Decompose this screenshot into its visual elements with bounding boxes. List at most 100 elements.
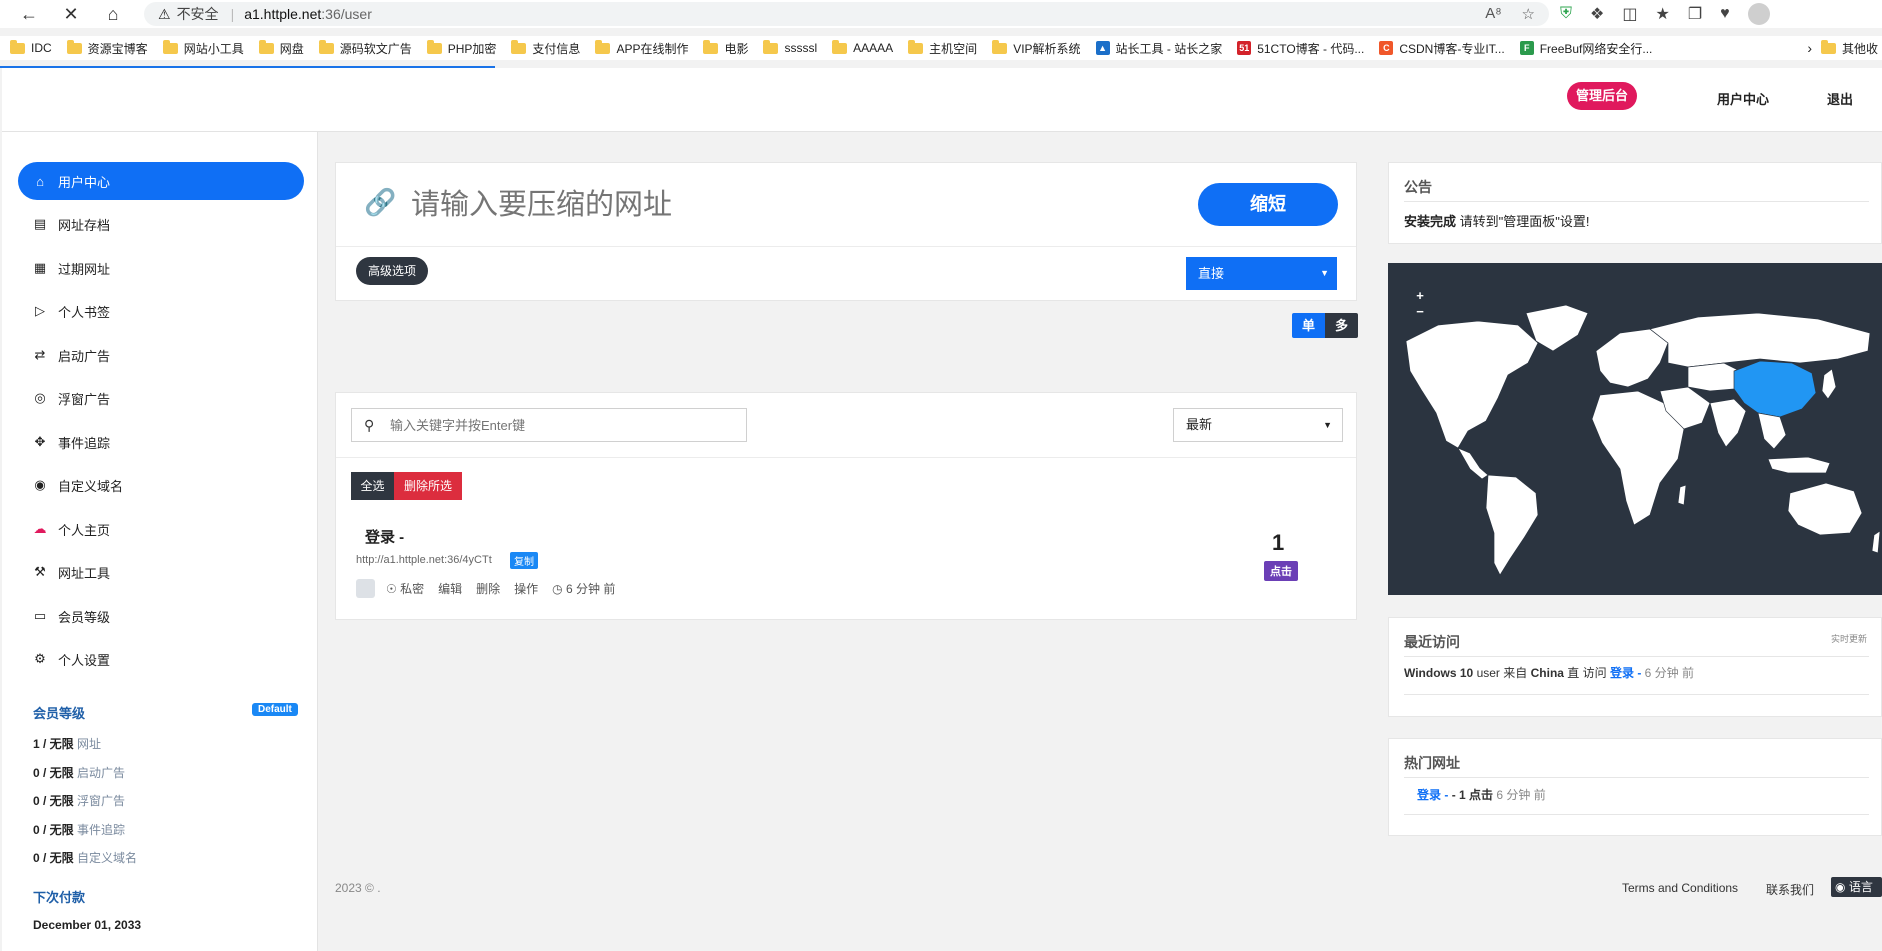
- chevron-right-icon[interactable]: ›: [1807, 36, 1812, 60]
- copy-button[interactable]: 复制: [510, 552, 538, 569]
- home-icon[interactable]: ⌂: [98, 0, 128, 28]
- shorten-button[interactable]: 缩短: [1198, 183, 1338, 226]
- delete-selected-button[interactable]: 删除所选: [394, 472, 462, 500]
- bookmark-label: 主机空间: [929, 41, 978, 56]
- hot-link[interactable]: 登录 -: [1417, 788, 1448, 802]
- actions-button[interactable]: 操作: [514, 580, 538, 597]
- map-region-south-america: [1485, 474, 1539, 576]
- globe-icon: ◉: [34, 477, 46, 492]
- visit-from: user 来自: [1476, 666, 1528, 680]
- clock-icon: ◷: [552, 581, 563, 596]
- sidebar-item-custom-domain[interactable]: ◉ 自定义域名: [18, 466, 304, 504]
- hot-links-title: 热门网址: [1404, 755, 1460, 771]
- mode-multi-button[interactable]: 多: [1325, 313, 1358, 338]
- next-payment-date: December 01, 2033: [33, 918, 142, 932]
- sidebar-item-user-center[interactable]: ⌂ 用户中心: [18, 162, 304, 200]
- address-bar[interactable]: ⚠ 不安全 | a1.httple.net:36/user A⁸ ☆: [144, 2, 1549, 26]
- quota-value: 1 / 无限: [33, 737, 74, 751]
- sidebar-item-settings[interactable]: ⚙ 个人设置: [18, 640, 304, 678]
- bookmark-item[interactable]: IDC: [10, 39, 52, 55]
- read-aloud-icon[interactable]: A⁸: [1485, 5, 1501, 23]
- bookmark-item[interactable]: 电影: [703, 39, 749, 57]
- search-input[interactable]: [390, 415, 730, 435]
- sidebar-item-event-tracking[interactable]: ✥ 事件追踪: [18, 423, 304, 461]
- bookmark-label: 电影: [724, 41, 749, 56]
- logout-link[interactable]: 退出: [1827, 89, 1853, 108]
- sidebar-item-splash-ads[interactable]: ⇄ 启动广告: [18, 336, 304, 374]
- world-map[interactable]: + −: [1388, 263, 1882, 595]
- folder-icon: [992, 39, 1008, 54]
- bookmark-item[interactable]: 源码软文广告: [318, 39, 412, 57]
- zoom-in-button[interactable]: +: [1412, 289, 1428, 303]
- short-url[interactable]: http://a1.httple.net:36/4yCTt: [356, 554, 492, 566]
- bookmark-item[interactable]: AAAAA: [832, 39, 893, 55]
- swap-icon: ⇄: [34, 347, 46, 362]
- puzzle-icon[interactable]: ❖: [1590, 4, 1604, 24]
- bookmark-item[interactable]: sssssl: [763, 39, 817, 55]
- select-all-button[interactable]: 全选: [351, 472, 394, 500]
- bookmark-item[interactable]: 支付信息: [511, 39, 580, 57]
- url-input[interactable]: [411, 185, 1111, 225]
- bookmark-label: 源码软文广告: [339, 41, 412, 56]
- bookmark-label: CSDN博客-专业IT...: [1399, 41, 1505, 56]
- other-bookmarks[interactable]: 其他收: [1820, 36, 1878, 60]
- sort-select[interactable]: 最新 ▼: [1173, 408, 1343, 442]
- sidebar-item-profile-page[interactable]: ☁ 个人主页: [18, 510, 304, 548]
- admin-panel-button[interactable]: 管理后台: [1567, 82, 1638, 110]
- bookmark-item[interactable]: APP在线制作: [595, 39, 688, 57]
- sidebar-item-archive[interactable]: ▤ 网址存档: [18, 205, 304, 243]
- bookmark-item[interactable]: 资源宝博客: [66, 39, 148, 57]
- health-icon[interactable]: ♥: [1720, 5, 1730, 23]
- user-center-link[interactable]: 用户中心: [1717, 89, 1769, 108]
- sidebar-item-tools[interactable]: ⚒ 网址工具: [18, 553, 304, 591]
- sidebar-item-label: 用户中心: [58, 174, 111, 190]
- divider: [1404, 777, 1869, 778]
- contact-link[interactable]: 联系我们: [1766, 881, 1814, 898]
- bookmark-item[interactable]: PHP加密: [426, 39, 496, 57]
- favorites-icon[interactable]: ★: [1655, 4, 1669, 24]
- notice-text: 安装完成 请转到"管理面板"设置!: [1404, 211, 1589, 230]
- recent-visits-title: 最近访问: [1404, 634, 1460, 650]
- visit-link[interactable]: 登录 -: [1610, 666, 1641, 680]
- redirect-type-select[interactable]: 直接 ▼: [1186, 257, 1337, 290]
- redirect-type-value: 直接: [1198, 266, 1225, 281]
- zoom-out-button[interactable]: −: [1412, 305, 1428, 319]
- row-actions: ☉ 私密 编辑 删除 操作 ◷ 6 分钟 前: [386, 580, 615, 597]
- row-checkbox[interactable]: [356, 579, 375, 598]
- quota-label: 事件追踪: [77, 823, 126, 837]
- visit-time: 6 分钟 前: [1644, 666, 1695, 680]
- sidebar-item-membership[interactable]: ▭ 会员等级: [18, 597, 304, 635]
- bookmark-item[interactable]: 主机空间: [908, 39, 978, 57]
- sidebar-item-overlay-ads[interactable]: ◎ 浮窗广告: [18, 379, 304, 417]
- folder-icon: [10, 39, 25, 54]
- bookmark-item[interactable]: ▲ 站长工具 - 站长之家: [1095, 40, 1222, 57]
- briefcase-icon: ▤: [33, 216, 47, 231]
- sidebar-item-expired[interactable]: ▦ 过期网址: [18, 249, 304, 287]
- bookmark-item[interactable]: C CSDN博客-专业IT...: [1379, 40, 1505, 57]
- collections-icon[interactable]: ❐: [1688, 4, 1702, 24]
- bookmark-item[interactable]: 网盘: [258, 39, 304, 57]
- profile-avatar[interactable]: [1747, 3, 1770, 25]
- bookmark-item[interactable]: 51 51CTO博客 - 代码...: [1237, 40, 1364, 57]
- bookmark-item[interactable]: 网站小工具: [162, 39, 244, 57]
- terms-link[interactable]: Terms and Conditions: [1622, 881, 1738, 895]
- insecure-label: 不安全: [176, 6, 219, 22]
- bookmark-item[interactable]: VIP解析系统: [992, 39, 1081, 57]
- back-icon[interactable]: ←: [14, 0, 44, 28]
- split-screen-icon[interactable]: ◫: [1622, 4, 1637, 24]
- delete-button[interactable]: 删除: [476, 580, 500, 597]
- hot-link-time: 6 分钟 前: [1496, 788, 1546, 802]
- edit-button[interactable]: 编辑: [438, 580, 462, 597]
- crosshair-icon: ✥: [34, 434, 46, 449]
- divider: [1404, 814, 1869, 815]
- bookmark-item[interactable]: F FreeBuf网络安全行...: [1519, 40, 1652, 57]
- advanced-options-button[interactable]: 高级选项: [356, 257, 429, 285]
- language-button[interactable]: ◉ 语言: [1831, 877, 1882, 897]
- private-toggle[interactable]: ☉ 私密: [386, 580, 424, 597]
- shield-icon[interactable]: ⛨: [1560, 5, 1572, 23]
- stop-icon[interactable]: ✕: [56, 0, 86, 28]
- link-title[interactable]: 登录 -: [365, 526, 404, 547]
- sidebar-item-bookmarks[interactable]: ▷ 个人书签: [18, 292, 304, 330]
- mode-single-button[interactable]: 单: [1292, 313, 1325, 338]
- favorite-star-icon[interactable]: ☆: [1522, 5, 1535, 23]
